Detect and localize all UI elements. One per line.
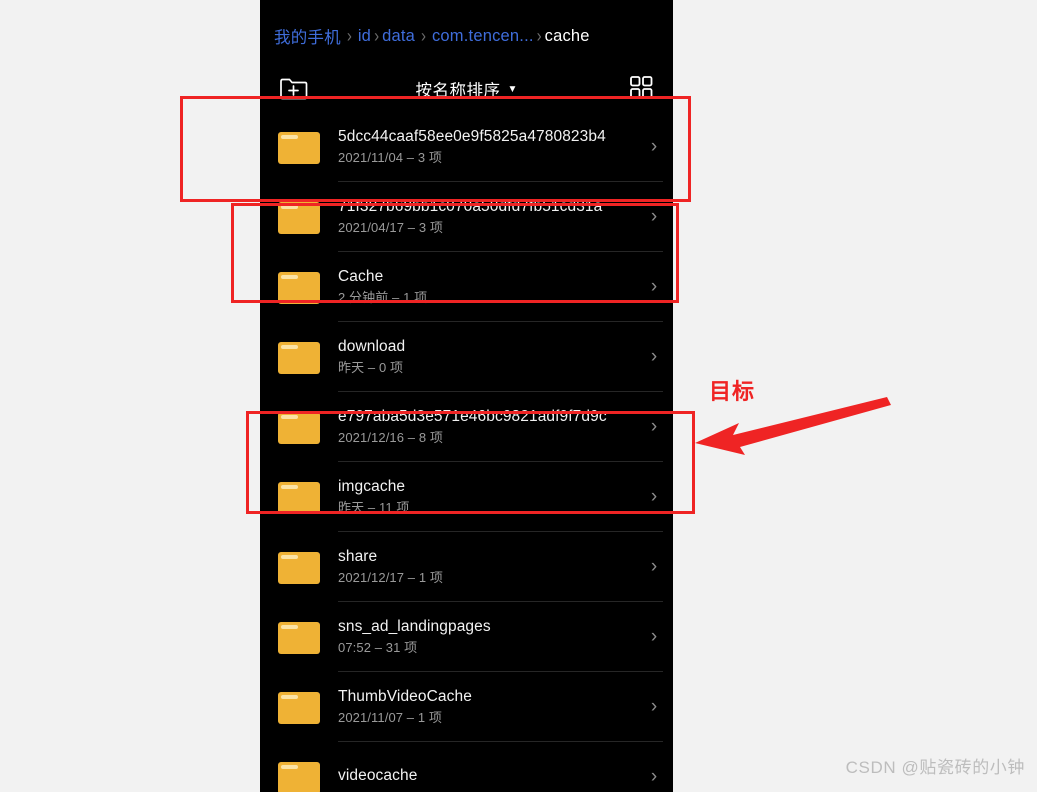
row-text: 71f327b69bb1c070a50dfd7fb51cd31a 2021/04… bbox=[338, 197, 641, 237]
breadcrumb: 我的手机 › id › data › com.tencen... › cache bbox=[260, 22, 673, 50]
chevron-right-icon[interactable]: › bbox=[641, 206, 667, 228]
file-meta: 2021/11/04 – 3 项 bbox=[338, 150, 442, 165]
pointer-arrow-icon bbox=[695, 397, 891, 455]
folder-icon bbox=[278, 200, 320, 234]
table-row[interactable]: Cache 2 分钟前 – 1 项 › bbox=[260, 252, 673, 322]
file-meta: 2021/11/07 – 1 项 bbox=[338, 710, 442, 725]
folder-icon bbox=[278, 550, 320, 584]
row-text: download 昨天 – 0 项 bbox=[338, 337, 641, 377]
file-name: 5dcc44caaf58ee0e9f5825a4780823b4 bbox=[338, 128, 606, 145]
folder-icon bbox=[278, 130, 320, 164]
folder-icon bbox=[278, 620, 320, 654]
file-meta: 2021/04/17 – 3 项 bbox=[338, 220, 443, 235]
file-meta: 07:52 – 31 项 bbox=[338, 640, 418, 655]
folder-icon bbox=[278, 690, 320, 724]
chevron-right-icon[interactable]: › bbox=[641, 136, 667, 158]
file-name: e797aba5d3e571e46bc9821adf9f7d9c bbox=[338, 408, 607, 425]
row-text: sns_ad_landingpages 07:52 – 31 项 bbox=[338, 617, 641, 657]
row-text: videocache bbox=[338, 766, 641, 788]
table-row[interactable]: share 2021/12/17 – 1 项 › bbox=[260, 532, 673, 602]
file-name: 71f327b69bb1c070a50dfd7fb51cd31a bbox=[338, 198, 603, 215]
file-manager-screen: 我的手机 › id › data › com.tencen... › cache… bbox=[260, 0, 673, 792]
file-name: download bbox=[338, 338, 406, 355]
new-folder-icon bbox=[280, 78, 308, 100]
chevron-right-icon[interactable]: › bbox=[641, 556, 667, 578]
row-text: imgcache 昨天 – 11 项 bbox=[338, 477, 641, 517]
row-text: share 2021/12/17 – 1 项 bbox=[338, 547, 641, 587]
file-name: videocache bbox=[338, 767, 418, 784]
breadcrumb-item-3[interactable]: com.tencen... bbox=[432, 27, 534, 46]
chevron-right-icon: › bbox=[536, 25, 542, 47]
sort-control: 按名称排序 ▼ bbox=[260, 66, 673, 112]
chevron-right-icon[interactable]: › bbox=[641, 276, 667, 298]
folder-icon bbox=[278, 270, 320, 304]
table-row[interactable]: e797aba5d3e571e46bc9821adf9f7d9c 2021/12… bbox=[260, 392, 673, 462]
file-meta: 2 分钟前 – 1 项 bbox=[338, 290, 428, 305]
chevron-right-icon: › bbox=[346, 25, 352, 47]
row-text: Cache 2 分钟前 – 1 项 bbox=[338, 267, 641, 307]
table-row[interactable]: 5dcc44caaf58ee0e9f5825a4780823b4 2021/11… bbox=[260, 112, 673, 182]
annotation-label-target: 目标 bbox=[709, 379, 756, 404]
sort-label: 按名称排序 bbox=[415, 82, 501, 100]
breadcrumb-item-4[interactable]: cache bbox=[545, 27, 590, 46]
breadcrumb-item-1[interactable]: id bbox=[358, 27, 371, 46]
chevron-right-icon[interactable]: › bbox=[641, 766, 667, 788]
row-text: 5dcc44caaf58ee0e9f5825a4780823b4 2021/11… bbox=[338, 127, 641, 167]
sort-dropdown[interactable]: 按名称排序 ▼ bbox=[416, 77, 518, 101]
table-row[interactable]: sns_ad_landingpages 07:52 – 31 项 › bbox=[260, 602, 673, 672]
grid-view-button[interactable] bbox=[626, 72, 656, 102]
row-text: ThumbVideoCache 2021/11/07 – 1 项 bbox=[338, 687, 641, 727]
breadcrumb-item-2[interactable]: data bbox=[382, 27, 415, 46]
folder-icon bbox=[278, 340, 320, 374]
file-meta: 昨天 – 0 项 bbox=[338, 360, 404, 375]
chevron-down-icon: ▼ bbox=[507, 84, 518, 95]
file-name: share bbox=[338, 548, 378, 565]
file-list: 5dcc44caaf58ee0e9f5825a4780823b4 2021/11… bbox=[260, 112, 673, 792]
chevron-right-icon[interactable]: › bbox=[641, 626, 667, 648]
table-row[interactable]: download 昨天 – 0 项 › bbox=[260, 322, 673, 392]
file-meta: 昨天 – 11 项 bbox=[338, 500, 410, 515]
file-meta: 2021/12/17 – 1 项 bbox=[338, 570, 443, 585]
toolbar: 按名称排序 ▼ bbox=[260, 66, 673, 112]
breadcrumb-item-0[interactable]: 我的手机 bbox=[274, 24, 341, 48]
chevron-right-icon: › bbox=[420, 25, 426, 47]
file-name: Cache bbox=[338, 268, 384, 285]
table-row[interactable]: ThumbVideoCache 2021/11/07 – 1 项 › bbox=[260, 672, 673, 742]
file-name: imgcache bbox=[338, 478, 406, 495]
grid-view-icon bbox=[630, 76, 653, 99]
chevron-right-icon[interactable]: › bbox=[641, 486, 667, 508]
folder-icon bbox=[278, 760, 320, 792]
table-row[interactable]: 71f327b69bb1c070a50dfd7fb51cd31a 2021/04… bbox=[260, 182, 673, 252]
chevron-right-icon: › bbox=[374, 25, 380, 47]
row-text: e797aba5d3e571e46bc9821adf9f7d9c 2021/12… bbox=[338, 407, 641, 447]
chevron-right-icon[interactable]: › bbox=[641, 416, 667, 438]
file-name: sns_ad_landingpages bbox=[338, 618, 491, 635]
file-meta: 2021/12/16 – 8 项 bbox=[338, 430, 443, 445]
folder-icon bbox=[278, 480, 320, 514]
table-row[interactable]: imgcache 昨天 – 11 项 › bbox=[260, 462, 673, 532]
chevron-right-icon[interactable]: › bbox=[641, 696, 667, 718]
table-row[interactable]: videocache › bbox=[260, 742, 673, 792]
chevron-right-icon[interactable]: › bbox=[641, 346, 667, 368]
folder-icon bbox=[278, 410, 320, 444]
watermark: CSDN @贴瓷砖的小钟 bbox=[845, 758, 1025, 777]
new-folder-button[interactable] bbox=[278, 72, 312, 104]
file-name: ThumbVideoCache bbox=[338, 688, 472, 705]
